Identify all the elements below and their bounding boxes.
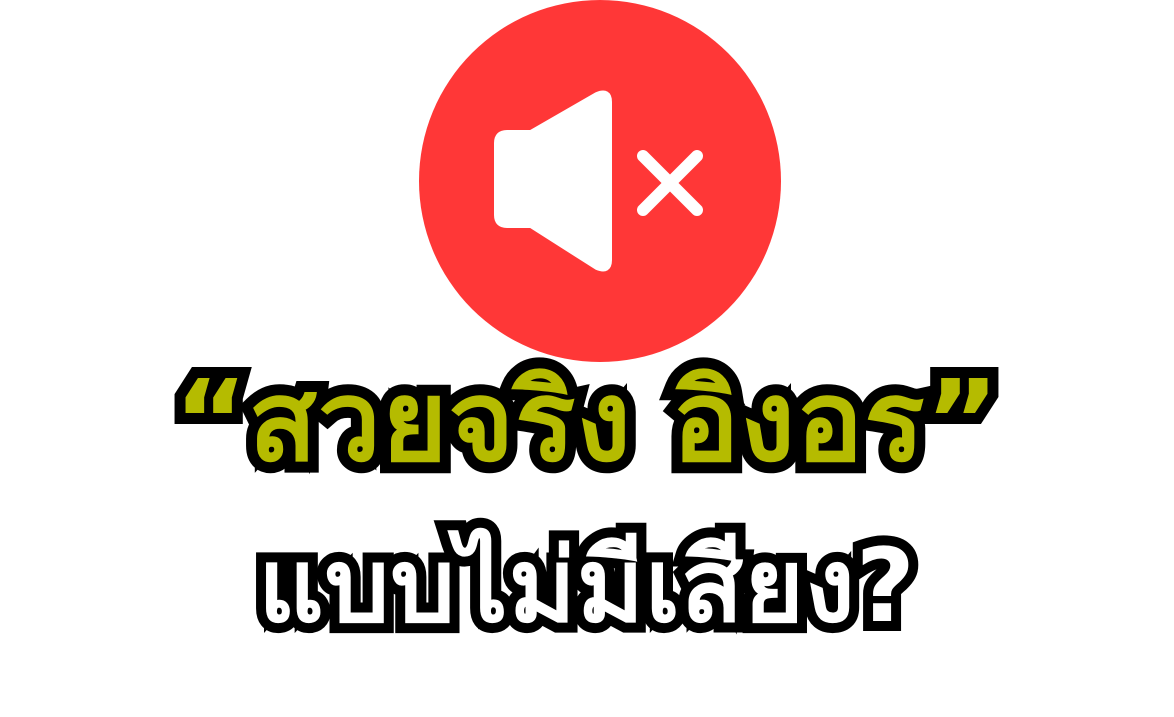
headline-subtitle: แบบไม่มีเสียง? <box>248 526 925 648</box>
headline-quote: “สวยจริง อิงอร” <box>163 355 1010 489</box>
mute-badge <box>419 0 781 362</box>
speaker-muted-icon <box>494 90 703 272</box>
speaker-cone <box>494 90 612 272</box>
thumbnail-canvas: “สวยจริง อิงอร” แบบไม่มีเสียง? <box>0 0 1174 717</box>
